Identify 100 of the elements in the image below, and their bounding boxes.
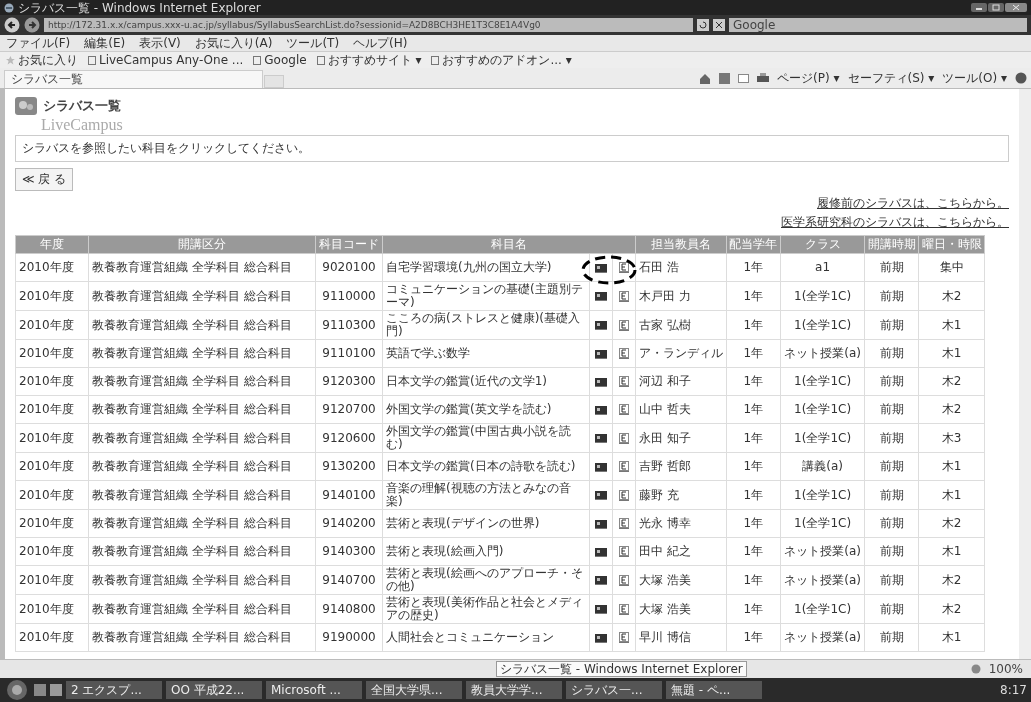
table-cell: 1(全学1C) [780, 395, 865, 424]
menu-item[interactable]: 編集(E) [84, 35, 126, 51]
menu-item[interactable]: お気に入り(A) [194, 35, 273, 51]
favorites-item[interactable]: お気に入り [6, 52, 78, 68]
refresh-icon[interactable] [697, 19, 709, 31]
menu-item[interactable]: 表示(V) [139, 35, 181, 51]
document-icon[interactable] [619, 348, 629, 359]
document-icon[interactable] [619, 404, 629, 415]
table-cell: 2010年度 [15, 537, 89, 566]
table-cell: 1(全学1C) [780, 281, 865, 311]
table-cell: 石田 浩 [635, 253, 727, 282]
command-menu[interactable]: ページ(P) ▾ [777, 69, 840, 87]
command-menu[interactable]: セーフティ(S) ▾ [847, 69, 935, 87]
table-cell: 9020100 [315, 253, 383, 282]
table-cell: 9140700 [315, 565, 383, 595]
document-icon[interactable] [619, 489, 629, 501]
book-icon[interactable] [595, 546, 607, 557]
table-cell: 1(全学1C) [780, 594, 865, 624]
back-icon[interactable] [4, 17, 20, 33]
table-cell: 教養教育運営組織 全学科目 総合科目 [88, 565, 316, 595]
taskbar-button[interactable]: シラバス一... [566, 681, 662, 699]
table-cell: 9120300 [315, 367, 383, 396]
table-cell: 木2 [918, 509, 985, 538]
table-cell: 木戸田 力 [635, 281, 727, 311]
address-field[interactable]: http://172.31.x.x/campus.xxx-u.ac.jp/syllabus/SyllabusSearchList.do?sessionid=A2D8BCH3HE1T3C8E1A4Vg0 [44, 18, 693, 32]
back-button[interactable]: ≪ 戻 る [15, 168, 74, 191]
page-icon [253, 55, 262, 65]
book-icon[interactable] [595, 320, 607, 330]
command-menu[interactable]: ツール(O) ▾ [942, 69, 1007, 87]
stop-icon[interactable] [713, 19, 725, 31]
favorites-item[interactable]: Google [253, 52, 307, 68]
close-icon[interactable] [1005, 3, 1027, 12]
document-icon[interactable] [619, 632, 629, 643]
book-icon[interactable] [595, 461, 607, 472]
browser-tab[interactable]: シラバス一覧 [4, 70, 263, 88]
home-icon[interactable] [699, 72, 712, 84]
book-icon[interactable] [595, 348, 607, 359]
document-icon[interactable] [619, 574, 629, 586]
table-cell: 吉野 哲郎 [635, 452, 727, 481]
maximize-icon[interactable] [988, 3, 1004, 12]
search-field[interactable]: Google [729, 18, 1027, 32]
taskbar-button[interactable]: 全国大学県... [366, 681, 462, 699]
link[interactable]: 履修前のシラバスは、こちらから。 [817, 195, 1009, 212]
table-cell: 2010年度 [15, 395, 89, 424]
start-icon[interactable] [4, 679, 30, 701]
favorites-item[interactable]: おすすめのアドオン... ▾ [431, 52, 572, 68]
book-icon[interactable] [595, 490, 607, 500]
menu-item[interactable]: ヘルプ(H) [353, 35, 408, 51]
favorites-item[interactable]: LiveCampus Any-One ... [88, 52, 244, 68]
table-cell: 1年 [726, 594, 781, 624]
book-icon[interactable] [595, 404, 607, 415]
book-icon[interactable] [595, 632, 607, 643]
document-icon[interactable] [619, 461, 629, 472]
table-cell: 1年 [726, 509, 781, 538]
book-icon[interactable] [595, 575, 607, 585]
table-cell: 教養教育運営組織 全学科目 総合科目 [88, 509, 316, 538]
taskbar-button[interactable]: 教員大学学... [466, 681, 562, 699]
book-icon[interactable] [595, 604, 607, 614]
table-cell: 2010年度 [15, 623, 89, 652]
table-cell: 前期 [864, 253, 919, 282]
minimize-icon[interactable] [971, 3, 987, 12]
table-cell: 木2 [918, 281, 985, 311]
link[interactable]: 医学系研究科のシラバスは、こちらから。 [781, 214, 1009, 231]
book-icon[interactable] [595, 518, 607, 529]
window-title: シラバス一覧 - Windows Internet Explorer [18, 0, 262, 15]
taskbar-button[interactable]: 無題 - ペ... [666, 681, 762, 699]
menu-item[interactable]: ファイル(F) [6, 35, 71, 51]
taskbar-button[interactable]: 2 エクスプ... [66, 681, 162, 699]
table-cell: 1(全学1C) [780, 423, 865, 453]
table-cell: 集中 [918, 253, 985, 282]
document-icon[interactable] [619, 546, 629, 557]
zoom-control[interactable]: 100% [988, 662, 1023, 676]
document-icon[interactable] [619, 432, 629, 444]
book-icon[interactable] [595, 433, 607, 443]
table-cell: 木2 [918, 395, 985, 424]
document-icon[interactable] [619, 603, 629, 615]
document-icon[interactable] [619, 262, 629, 273]
table-cell: 大塚 浩美 [635, 594, 727, 624]
document-icon[interactable] [619, 376, 629, 387]
book-icon[interactable] [595, 291, 607, 301]
logo-icon [15, 97, 37, 115]
book-icon[interactable] [595, 262, 607, 273]
table-cell: 9110000 [315, 281, 383, 311]
printer-icon[interactable] [757, 73, 770, 83]
table-cell: 2010年度 [15, 594, 89, 624]
document-icon[interactable] [619, 319, 629, 331]
mail-icon[interactable] [738, 73, 750, 83]
table-cell: 木1 [918, 537, 985, 566]
taskbar-button[interactable]: OO 平成22... [166, 681, 262, 699]
forward-icon[interactable] [24, 17, 40, 33]
document-icon[interactable] [619, 290, 629, 302]
favorites-item[interactable]: おすすめサイト ▾ [316, 52, 422, 68]
table-cell: 前期 [864, 395, 919, 424]
menu-item[interactable]: ツール(T) [286, 35, 340, 51]
document-icon[interactable] [619, 518, 629, 529]
table-cell: 木3 [918, 423, 985, 453]
page-icon [316, 55, 325, 65]
book-icon[interactable] [595, 376, 607, 387]
taskbar-button[interactable]: Microsoft ... [266, 681, 362, 699]
table-cell: 永田 知子 [635, 423, 727, 453]
